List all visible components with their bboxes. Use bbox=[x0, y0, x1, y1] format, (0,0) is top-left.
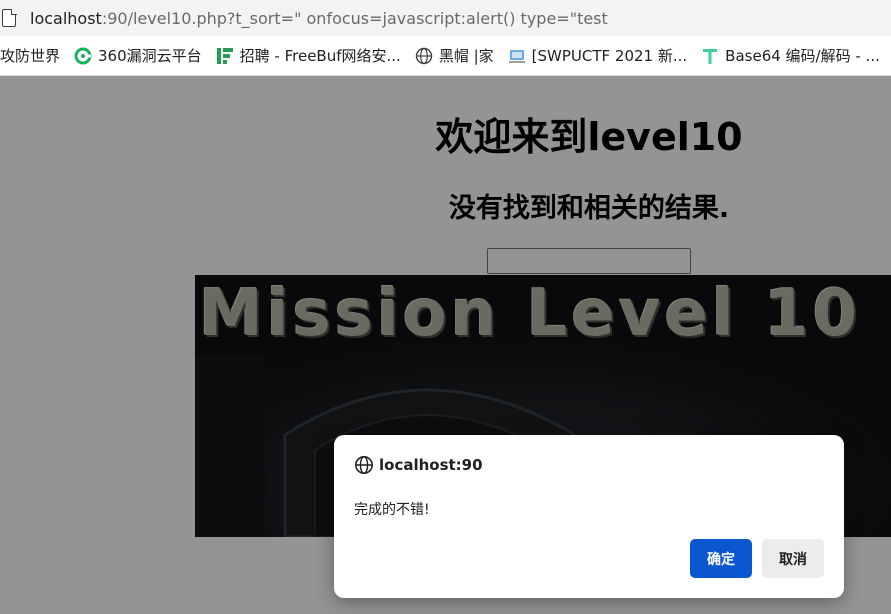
bookmark-item[interactable]: 攻防世界 bbox=[0, 45, 60, 66]
dialog-message: 完成的不错! bbox=[354, 502, 430, 518]
bookmark-item[interactable]: Base64 编码/解码 - ... bbox=[701, 45, 880, 66]
globe-icon bbox=[415, 47, 433, 64]
freebuf-icon bbox=[216, 47, 233, 64]
swpu-icon bbox=[508, 49, 525, 63]
ok-button[interactable]: 确定 bbox=[690, 539, 752, 578]
bookmark-label: 招聘 - FreeBuf网络安... bbox=[239, 47, 401, 65]
bookmark-label: 黑帽 |家 bbox=[438, 47, 494, 65]
bookmark-label: [SWPUCTF 2021 新... bbox=[531, 47, 688, 65]
bookmark-label: Base64 编码/解码 - ... bbox=[725, 47, 880, 65]
url-host: localhost bbox=[30, 8, 102, 28]
alert-dialog: localhost:90 完成的不错! 确定 取消 bbox=[334, 435, 844, 598]
bookmark-item[interactable]: 360漏洞云平台 bbox=[74, 45, 202, 66]
url-text[interactable]: localhost:90/level10.php?t_sort=" onfocu… bbox=[30, 9, 608, 28]
url-path: :90/level10.php?t_sort=" onfocus=javascr… bbox=[101, 8, 608, 28]
bookmark-label: 攻防世界 bbox=[0, 47, 61, 65]
page-icon bbox=[2, 8, 17, 27]
bookmark-label: 360漏洞云平台 bbox=[98, 47, 202, 65]
address-bar[interactable]: localhost:90/level10.php?t_sort=" onfocu… bbox=[0, 0, 891, 36]
globe-icon bbox=[355, 456, 373, 474]
bookmarks-bar: 攻防世界 360漏洞云平台 招聘 - FreeBuf网络安... 黑帽 |家 [… bbox=[0, 36, 891, 76]
bookmark-item[interactable]: 黑帽 |家 bbox=[415, 45, 494, 66]
cancel-button[interactable]: 取消 bbox=[762, 539, 824, 578]
bookmark-item[interactable]: [SWPUCTF 2021 新... bbox=[508, 45, 688, 66]
t-icon bbox=[703, 48, 718, 64]
dialog-origin: localhost:90 bbox=[379, 456, 483, 474]
bookmark-item[interactable]: 招聘 - FreeBuf网络安... bbox=[216, 45, 401, 66]
360-icon bbox=[74, 47, 92, 64]
dialog-header: localhost:90 bbox=[354, 455, 483, 475]
